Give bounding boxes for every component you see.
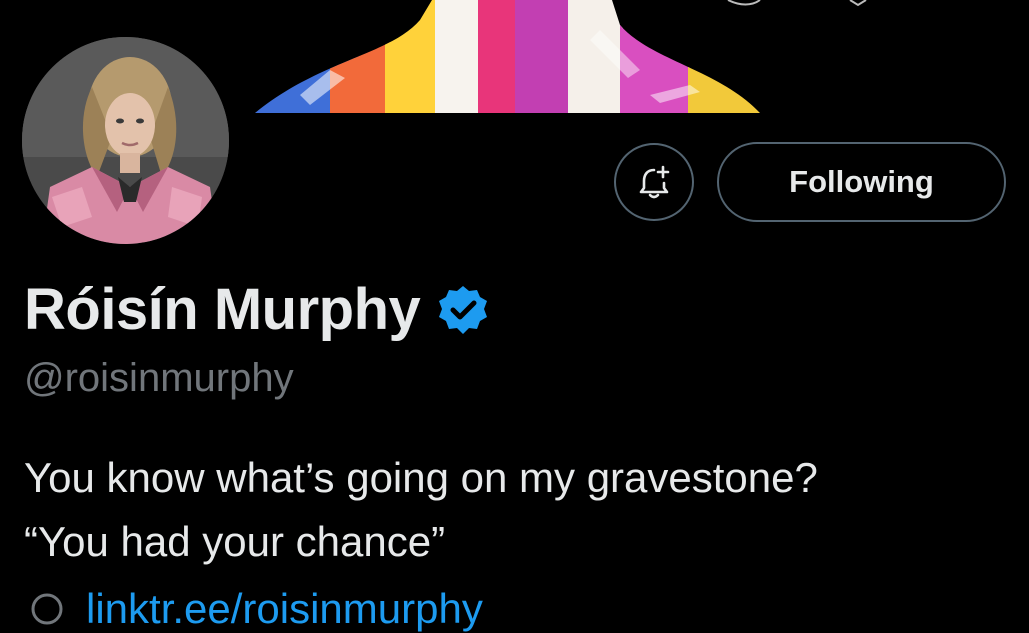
link-icon xyxy=(31,593,63,625)
notifications-button[interactable] xyxy=(614,143,694,221)
following-button-label: Following xyxy=(789,164,934,199)
profile-name-row: Róisín Murphy xyxy=(24,276,490,343)
avatar-photo xyxy=(22,37,229,244)
bio-line: “You had your chance” xyxy=(24,518,446,565)
profile-website[interactable]: linktr.ee/roisinmurphy xyxy=(30,585,483,633)
display-name: Róisín Murphy xyxy=(24,277,421,342)
profile-avatar[interactable] xyxy=(22,37,229,244)
website-link[interactable]: linktr.ee/roisinmurphy xyxy=(86,585,483,633)
following-button[interactable]: Following xyxy=(717,142,1006,222)
verified-badge-icon[interactable] xyxy=(436,283,490,342)
bio-line: You know what’s going on my gravestone? xyxy=(24,454,818,501)
bell-plus-icon xyxy=(639,165,670,199)
profile-bio: You know what’s going on my gravestone? … xyxy=(24,446,1014,574)
profile-handle: @roisinmurphy xyxy=(24,356,294,400)
